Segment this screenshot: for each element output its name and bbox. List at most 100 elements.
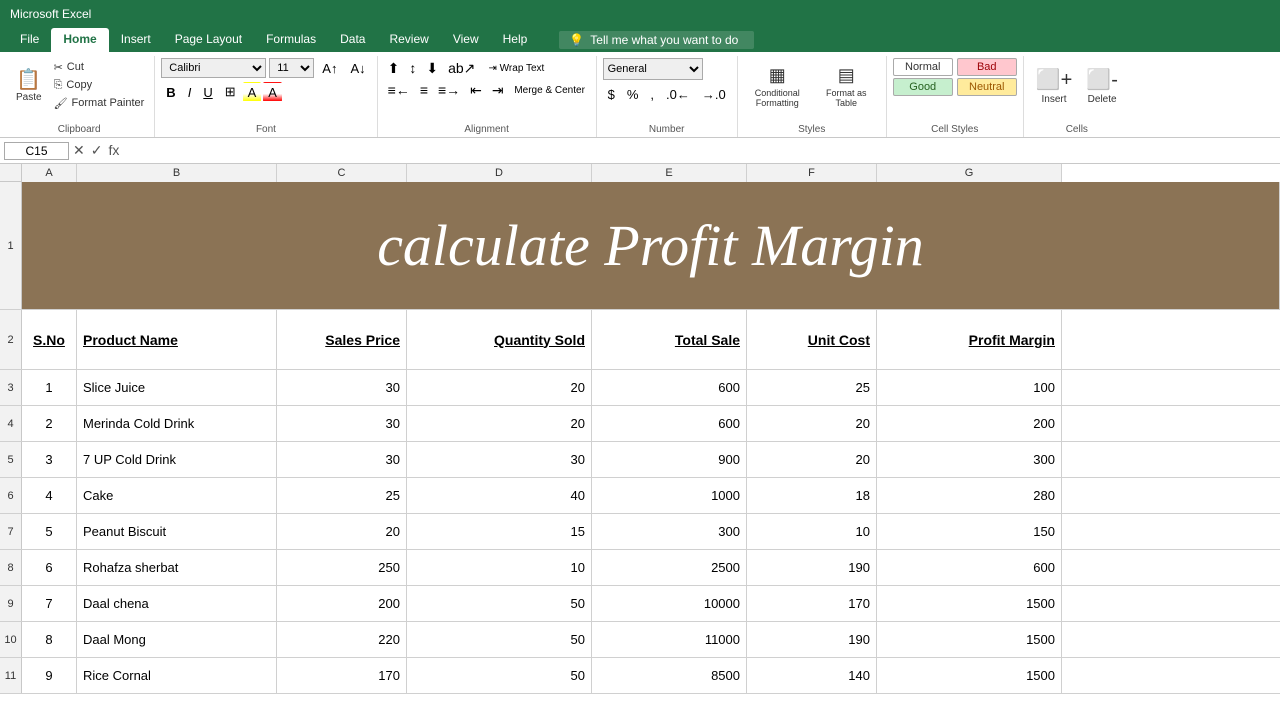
percent-button[interactable]: % — [622, 84, 644, 104]
cell-product-0[interactable]: Slice Juice — [77, 370, 277, 405]
align-left-button[interactable]: ≡← — [384, 80, 414, 100]
cell-sno-3[interactable]: 4 — [22, 478, 77, 513]
cell-unit-3[interactable]: 18 — [747, 478, 877, 513]
cell-total-7[interactable]: 11000 — [592, 622, 747, 657]
cell-sno-1[interactable]: 2 — [22, 406, 77, 441]
comma-button[interactable]: , — [645, 84, 659, 104]
banner-cell[interactable]: calculate Profit Margin — [22, 182, 1280, 309]
cell-total-5[interactable]: 2500 — [592, 550, 747, 585]
format-as-table-button[interactable]: ▤ Format as Table — [813, 58, 880, 114]
tab-view[interactable]: View — [441, 28, 491, 52]
cell-sno-6[interactable]: 7 — [22, 586, 77, 621]
italic-button[interactable]: I — [183, 82, 197, 102]
cell-reference-input[interactable] — [4, 142, 69, 160]
cell-qty-0[interactable]: 20 — [407, 370, 592, 405]
cell-total-2[interactable]: 900 — [592, 442, 747, 477]
cell-profit-6[interactable]: 1500 — [877, 586, 1062, 621]
copy-button[interactable]: ⎘ Copy — [50, 76, 149, 94]
cell-sno-7[interactable]: 8 — [22, 622, 77, 657]
increase-decimal-button[interactable]: →.0 — [697, 84, 731, 104]
cell-unit-7[interactable]: 190 — [747, 622, 877, 657]
cell-sales-0[interactable]: 30 — [277, 370, 407, 405]
cell-sales-5[interactable]: 250 — [277, 550, 407, 585]
align-top-button[interactable]: ⬆ — [384, 58, 404, 78]
increase-font-button[interactable]: A↑ — [317, 58, 342, 78]
cell-product-7[interactable]: Daal Mong — [77, 622, 277, 657]
cell-qty-5[interactable]: 10 — [407, 550, 592, 585]
currency-button[interactable]: $ — [603, 84, 620, 104]
cell-product-8[interactable]: Rice Cornal — [77, 658, 277, 693]
cell-unit-6[interactable]: 170 — [747, 586, 877, 621]
cell-profit-3[interactable]: 280 — [877, 478, 1062, 513]
decrease-indent-button[interactable]: ⇤ — [466, 80, 486, 100]
cell-sales-7[interactable]: 220 — [277, 622, 407, 657]
cell-total-1[interactable]: 600 — [592, 406, 747, 441]
tab-data[interactable]: Data — [328, 28, 377, 52]
cell-product-3[interactable]: Cake — [77, 478, 277, 513]
cell-profit-0[interactable]: 100 — [877, 370, 1062, 405]
header-sno[interactable]: S.No — [22, 310, 77, 369]
cell-product-2[interactable]: 7 UP Cold Drink — [77, 442, 277, 477]
header-sales[interactable]: Sales Price — [277, 310, 407, 369]
cell-qty-4[interactable]: 15 — [407, 514, 592, 549]
increase-indent-button[interactable]: ⇥ — [488, 80, 508, 100]
tab-help[interactable]: Help — [491, 28, 540, 52]
cancel-formula-icon[interactable]: ✕ — [73, 142, 85, 159]
header-total[interactable]: Total Sale — [592, 310, 747, 369]
font-family-select[interactable]: Calibri — [161, 58, 266, 78]
cell-sales-6[interactable]: 200 — [277, 586, 407, 621]
decrease-decimal-button[interactable]: .0← — [661, 84, 695, 104]
tab-review[interactable]: Review — [377, 28, 440, 52]
header-product[interactable]: Product Name — [77, 310, 277, 369]
cell-profit-5[interactable]: 600 — [877, 550, 1062, 585]
font-color-button[interactable]: A — [263, 82, 282, 102]
cell-sales-4[interactable]: 20 — [277, 514, 407, 549]
neutral-style-button[interactable]: Neutral — [957, 78, 1017, 96]
cell-unit-5[interactable]: 190 — [747, 550, 877, 585]
align-center-button[interactable]: ≡ — [416, 80, 432, 100]
align-middle-button[interactable]: ↕ — [405, 58, 420, 78]
decrease-font-button[interactable]: A↓ — [345, 58, 370, 78]
delete-button[interactable]: ⬜- Delete — [1080, 58, 1124, 114]
align-right-button[interactable]: ≡→ — [434, 80, 464, 100]
cell-qty-3[interactable]: 40 — [407, 478, 592, 513]
cut-button[interactable]: ✂ Cut — [50, 58, 149, 76]
cell-sno-8[interactable]: 9 — [22, 658, 77, 693]
cell-total-0[interactable]: 600 — [592, 370, 747, 405]
cell-profit-1[interactable]: 200 — [877, 406, 1062, 441]
cell-sales-3[interactable]: 25 — [277, 478, 407, 513]
cell-sales-2[interactable]: 30 — [277, 442, 407, 477]
number-format-select[interactable]: General — [603, 58, 703, 80]
underline-button[interactable]: U — [198, 82, 217, 102]
border-button[interactable]: ⊞ — [220, 82, 241, 102]
cell-product-4[interactable]: Peanut Biscuit — [77, 514, 277, 549]
cell-sales-1[interactable]: 30 — [277, 406, 407, 441]
orientation-button[interactable]: ab↗ — [444, 58, 479, 78]
wrap-text-button[interactable]: ⇥ Wrap Text — [481, 58, 551, 78]
tab-insert[interactable]: Insert — [109, 28, 163, 52]
cell-product-6[interactable]: Daal chena — [77, 586, 277, 621]
header-qty[interactable]: Quantity Sold — [407, 310, 592, 369]
format-painter-button[interactable]: 🖌 Format Painter — [50, 94, 149, 112]
confirm-formula-icon[interactable]: ✓ — [91, 142, 103, 159]
cell-unit-0[interactable]: 25 — [747, 370, 877, 405]
conditional-formatting-button[interactable]: ▦ Conditional Formatting — [744, 58, 811, 114]
paste-button[interactable]: 📋 Paste — [10, 58, 48, 114]
cell-unit-8[interactable]: 140 — [747, 658, 877, 693]
normal-style-button[interactable]: Normal — [893, 58, 953, 76]
fill-color-button[interactable]: A — [243, 82, 262, 102]
formula-input[interactable] — [123, 143, 1276, 159]
bold-button[interactable]: B — [161, 82, 180, 102]
cell-sno-0[interactable]: 1 — [22, 370, 77, 405]
insert-function-icon[interactable]: fx — [108, 142, 119, 159]
merge-center-button[interactable]: Merge & Center — [510, 80, 590, 100]
font-size-select[interactable]: 11 — [269, 58, 314, 78]
cell-unit-4[interactable]: 10 — [747, 514, 877, 549]
help-text-input[interactable]: Tell me what you want to do — [590, 33, 738, 47]
cell-qty-8[interactable]: 50 — [407, 658, 592, 693]
cell-qty-7[interactable]: 50 — [407, 622, 592, 657]
good-style-button[interactable]: Good — [893, 78, 953, 96]
cell-sno-4[interactable]: 5 — [22, 514, 77, 549]
bad-style-button[interactable]: Bad — [957, 58, 1017, 76]
cell-qty-2[interactable]: 30 — [407, 442, 592, 477]
